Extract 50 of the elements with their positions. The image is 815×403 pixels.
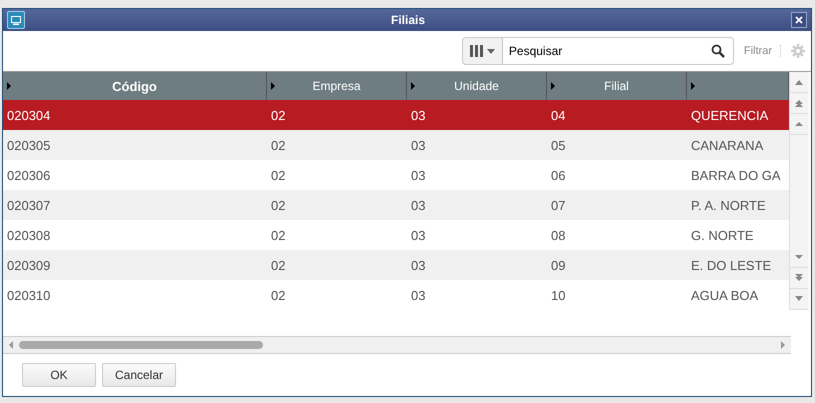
table-cell[interactable]: P. A. NORTE bbox=[687, 190, 789, 220]
arrow-icon bbox=[795, 274, 803, 282]
column-header[interactable]: Código bbox=[3, 72, 267, 100]
columns-dropdown[interactable] bbox=[462, 38, 503, 64]
table-cell[interactable]: 020307 bbox=[3, 190, 267, 220]
table-cell[interactable]: 020309 bbox=[3, 250, 267, 280]
table-cell[interactable]: 03 bbox=[407, 130, 547, 160]
table-cell[interactable]: 03 bbox=[407, 250, 547, 280]
table-cell[interactable]: 02 bbox=[267, 130, 407, 160]
arrow-icon bbox=[795, 295, 803, 303]
window-title: Filiais bbox=[390, 13, 426, 27]
columns-icon bbox=[470, 45, 484, 57]
arrow-icon bbox=[795, 99, 803, 107]
table-cell[interactable]: 02 bbox=[267, 190, 407, 220]
arrow-icon bbox=[781, 341, 785, 349]
monitor-icon bbox=[7, 11, 25, 29]
dialog-button[interactable]: Cancelar bbox=[102, 363, 176, 387]
expand-icon bbox=[551, 82, 555, 90]
table-cell[interactable]: 07 bbox=[547, 190, 687, 220]
table-cell[interactable]: 020305 bbox=[3, 130, 267, 160]
table-cell[interactable]: 03 bbox=[407, 190, 547, 220]
table-cell[interactable]: 04 bbox=[547, 100, 687, 130]
close-icon bbox=[795, 16, 803, 24]
table-cell[interactable]: E. DO LESTE bbox=[687, 250, 789, 280]
horizontal-scrollbar[interactable] bbox=[3, 336, 791, 354]
table-cell[interactable]: 05 bbox=[547, 130, 687, 160]
close-button[interactable] bbox=[791, 12, 807, 28]
table-cell[interactable]: 020304 bbox=[3, 100, 267, 130]
arrow-icon bbox=[795, 78, 803, 86]
arrow-icon bbox=[795, 253, 803, 261]
column-header[interactable]: Filial bbox=[547, 72, 687, 100]
arrow-icon bbox=[9, 341, 13, 349]
search-icon[interactable] bbox=[710, 44, 725, 58]
table-cell[interactable]: QUERENCIA bbox=[687, 100, 789, 130]
expand-icon bbox=[411, 82, 415, 90]
table-cell[interactable]: 02 bbox=[267, 100, 407, 130]
column-header[interactable]: Unidade bbox=[407, 72, 547, 100]
filter-link[interactable]: Filtrar bbox=[744, 45, 781, 57]
expand-icon bbox=[271, 82, 275, 90]
search-bar[interactable]: Pesquisar bbox=[462, 37, 734, 65]
expand-icon bbox=[7, 82, 11, 90]
column-header[interactable]: Empresa bbox=[267, 72, 407, 100]
arrow-icon bbox=[795, 120, 803, 128]
caret-icon bbox=[486, 48, 495, 54]
table-cell[interactable]: 03 bbox=[407, 100, 547, 130]
dialog-button[interactable]: OK bbox=[22, 363, 96, 387]
expand-icon bbox=[691, 82, 695, 90]
table-cell[interactable]: CANARANA bbox=[687, 130, 789, 160]
table-cell[interactable]: 02 bbox=[267, 250, 407, 280]
table-cell[interactable]: 09 bbox=[547, 250, 687, 280]
